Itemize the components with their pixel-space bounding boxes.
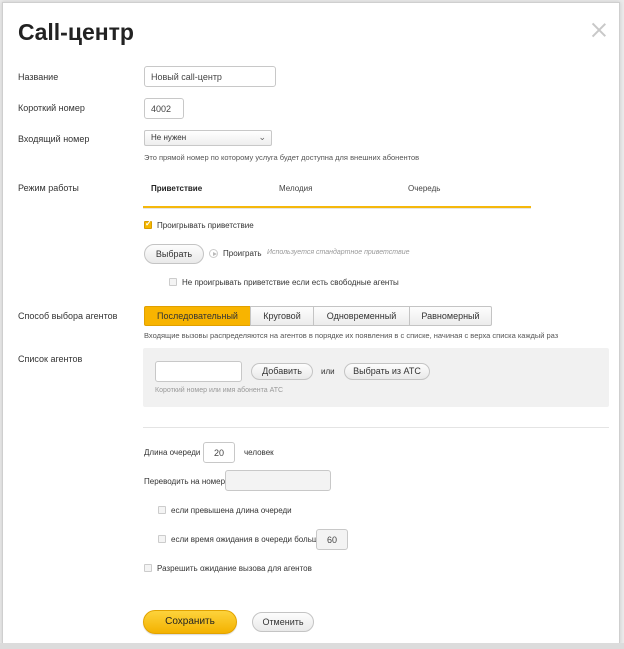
save-button[interactable]: Сохранить [143,610,237,634]
name-input[interactable]: Новый call-центр [144,66,276,87]
method-uniform-button[interactable]: Равномерный [409,306,492,326]
allow-waiting-label: Разрешить ожидание вызова для агентов [157,564,312,573]
tab-melody[interactable]: Мелодия [279,184,312,193]
incoming-number-label: Входящий номер [18,134,90,144]
section-divider [143,427,609,428]
or-text: или [321,367,335,376]
name-label: Название [18,72,59,82]
pick-from-pbx-button[interactable]: Выбрать из АТС [344,363,430,380]
play-link[interactable]: Проиграть [223,249,262,258]
wait-time-input[interactable]: 60 [316,529,348,550]
background-strip [0,643,624,649]
method-round-button[interactable]: Круговой [250,306,314,326]
exceeded-length-checkbox[interactable] [158,506,166,514]
method-sequential-button[interactable]: Последовательный [144,306,251,326]
dialog-title: Call-центр [18,19,134,45]
cancel-button[interactable]: Отменить [252,612,314,632]
agent-method-segment: Последовательный Круговой Одновременный … [144,306,492,326]
wait-time-checkbox[interactable] [158,535,166,543]
queue-length-input[interactable]: 20 [203,442,235,463]
allow-waiting-checkbox[interactable] [144,564,152,572]
forward-label: Переводить на номер [144,477,226,486]
play-greeting-checkbox[interactable] [144,219,152,229]
add-agent-button[interactable]: Добавить [251,363,313,380]
play-icon[interactable] [209,249,218,258]
short-number-label: Короткий номер [18,103,85,113]
no-greeting-checkbox[interactable] [169,278,177,286]
wait-time-label: если время ожидания в очереди больше [171,535,323,544]
close-icon[interactable] [591,22,607,38]
play-greeting-label: Проигрывать приветствие [157,221,254,230]
agents-box: Добавить или Выбрать из АТС Короткий ном… [143,348,609,407]
tab-greeting[interactable]: Приветствие [151,184,202,193]
incoming-number-select[interactable]: Не нужен ⌄ [144,130,272,146]
incoming-number-value: Не нужен [151,133,187,142]
mode-label: Режим работы [18,183,79,193]
agent-method-hint: Входящие вызовы распределяются на агенто… [144,331,559,340]
tabs-underline [143,206,531,208]
agent-input-hint: Короткий номер или имя абонента АТС [155,387,284,394]
tab-queue[interactable]: Очередь [408,184,440,193]
call-center-dialog: Call-центр Название Новый call-центр Кор… [2,2,620,644]
forward-number-input[interactable] [225,470,331,491]
short-number-input[interactable]: 4002 [144,98,184,119]
no-greeting-label: Не проигрывать приветствие если есть сво… [182,278,399,287]
queue-length-unit: человек [244,448,274,457]
choose-greeting-button[interactable]: Выбрать [144,244,204,264]
standard-greeting-hint: Используется стандартное приветствие [267,249,410,256]
agent-method-label: Способ выбора агентов [18,311,118,321]
queue-length-label: Длина очереди [144,448,201,457]
mode-tabs: Приветствие Мелодия Очередь [143,183,531,209]
agents-list-label: Список агентов [18,354,83,364]
method-simultaneous-button[interactable]: Одновременный [313,306,410,326]
exceeded-length-label: если превышена длина очереди [171,506,292,515]
incoming-number-hint: Это прямой номер по которому услуга буде… [144,153,420,162]
chevron-down-icon: ⌄ [258,132,266,142]
agent-number-input[interactable] [155,361,242,382]
